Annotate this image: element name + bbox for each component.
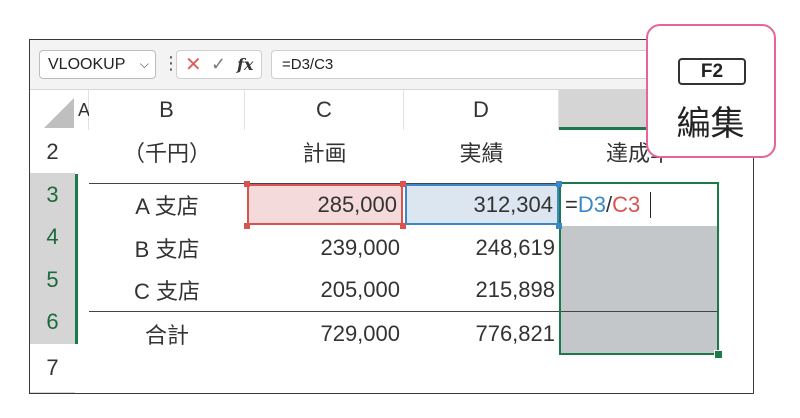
formula-actions: ✕ ✓ fx <box>176 50 262 79</box>
header-plan[interactable]: 計画 <box>245 130 404 174</box>
row-header-7[interactable]: 7 <box>30 344 75 393</box>
actual-a-referenced[interactable]: 312,304 <box>405 184 559 225</box>
row-selection-marker <box>75 174 78 344</box>
fill-handle[interactable] <box>714 350 723 359</box>
column-header-b[interactable]: B <box>89 90 245 130</box>
selection-border <box>559 182 719 355</box>
row-header-5[interactable]: 5 <box>30 259 75 301</box>
header-unit[interactable]: （千円） <box>89 130 245 174</box>
branch-b[interactable]: B 支店 <box>89 226 245 269</box>
actual-b[interactable]: 248,619 <box>404 226 559 269</box>
edit-mode-label: 編集 <box>676 104 745 144</box>
header-actual[interactable]: 実績 <box>404 130 559 174</box>
insert-function-icon[interactable]: fx <box>237 51 253 78</box>
total-label[interactable]: 合計 <box>89 312 245 355</box>
ref-handle-c3-bl[interactable] <box>244 223 250 229</box>
row-header-4[interactable]: 4 <box>30 216 75 259</box>
plan-b[interactable]: 239,000 <box>245 226 404 269</box>
ref-handle-d3-br[interactable] <box>556 223 562 229</box>
column-header-c[interactable]: C <box>245 90 404 130</box>
select-all-icon <box>44 98 74 128</box>
ref-handle-c3-tl[interactable] <box>244 181 250 187</box>
cancel-icon[interactable]: ✕ <box>185 51 202 78</box>
name-box[interactable]: VLOOKUP ⌵ <box>39 50 156 79</box>
branch-a[interactable]: A 支店 <box>89 184 245 226</box>
enter-icon[interactable]: ✓ <box>211 51 226 78</box>
column-header-a[interactable]: A <box>75 90 90 130</box>
f2-key-icon: F2 <box>678 58 746 85</box>
row-header-2[interactable]: 2 <box>30 130 75 174</box>
plan-total[interactable]: 729,000 <box>245 312 404 355</box>
f2-edit-callout: F2 編集 <box>646 24 776 158</box>
ref-handle-c3-tr[interactable] <box>400 181 406 187</box>
branch-c[interactable]: C 支店 <box>89 269 245 311</box>
ref-handle-d3-tr[interactable] <box>556 181 562 187</box>
formula-bar: VLOOKUP ⌵ ⋮ ✕ ✓ fx =D3/C3 <box>30 40 753 90</box>
plan-c[interactable]: 205,000 <box>245 269 404 311</box>
ref-handle-c3-br[interactable] <box>400 223 406 229</box>
row-header-6[interactable]: 6 <box>30 301 75 344</box>
chevron-down-icon[interactable]: ⌵ <box>140 51 149 78</box>
actual-c[interactable]: 215,898 <box>404 269 559 311</box>
column-header-d[interactable]: D <box>404 90 559 130</box>
row-header-3[interactable]: 3 <box>30 174 75 216</box>
actual-total[interactable]: 776,821 <box>404 312 559 355</box>
select-all-corner[interactable] <box>30 90 75 130</box>
plan-a-referenced[interactable]: 285,000 <box>247 184 403 225</box>
worksheet-grid: A B C D E 2 3 4 5 6 7 （千円） 計画 実績 達成率 A 支… <box>30 90 753 393</box>
